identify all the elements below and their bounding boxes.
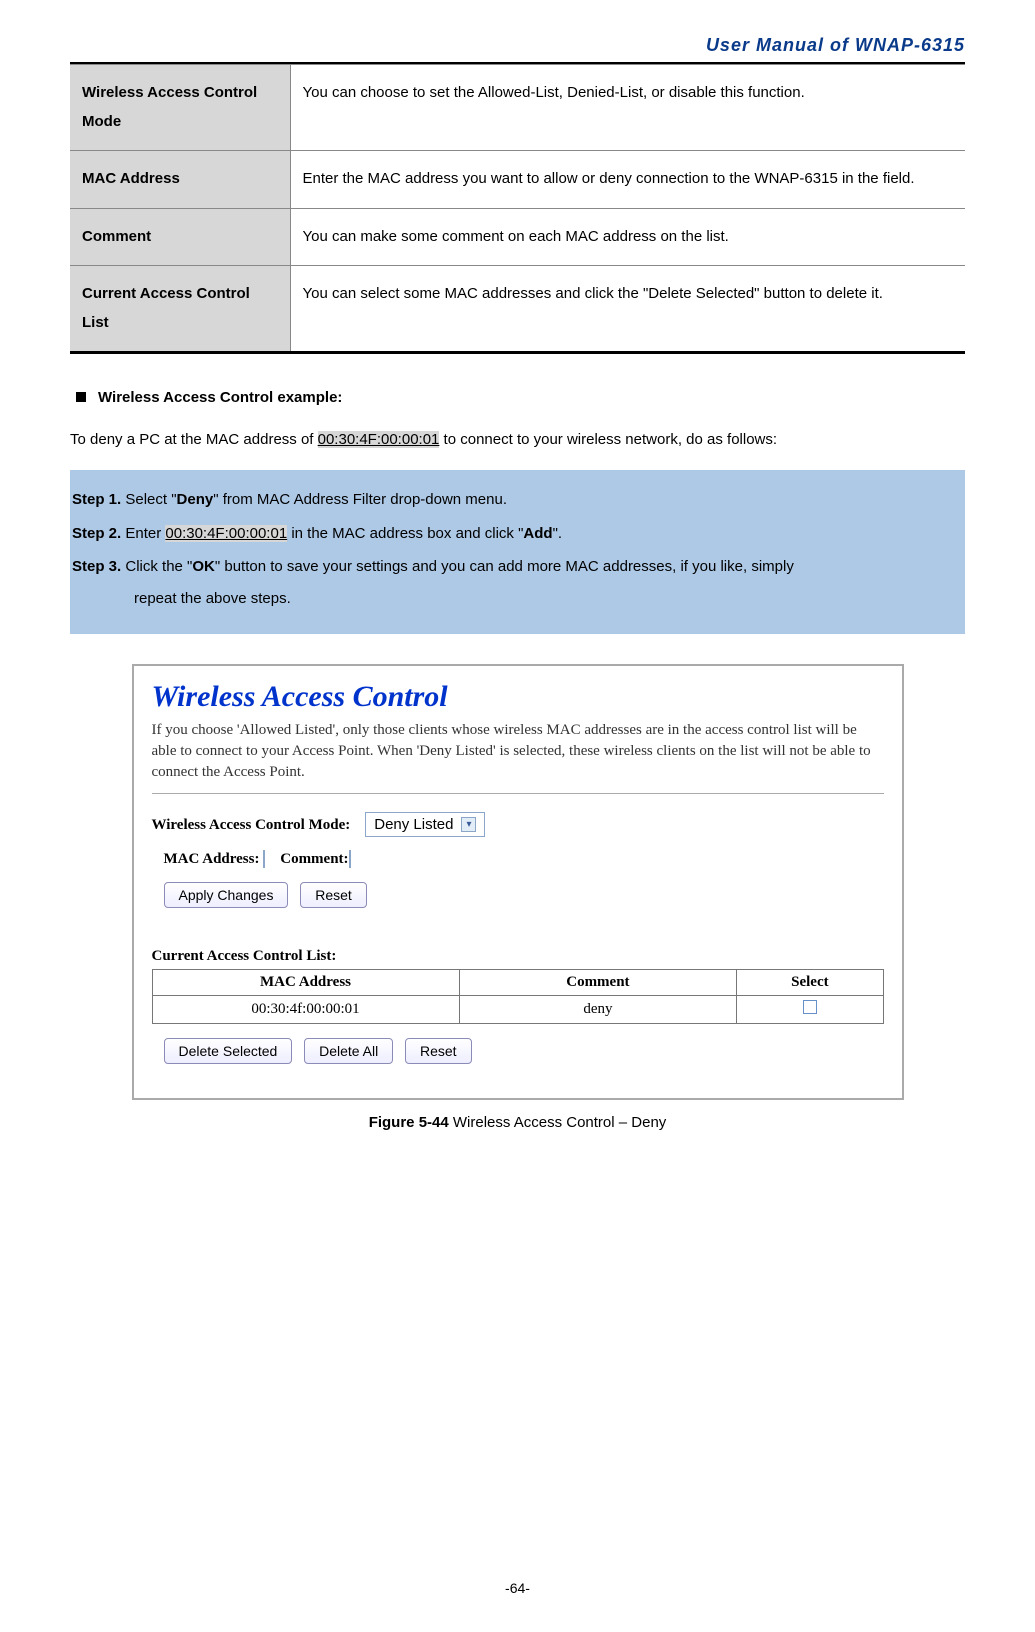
step-text: in the MAC address box and click ": [287, 525, 523, 542]
table-row: 00:30:4f:00:00:01 deny: [152, 996, 883, 1024]
step-label: Step 1.: [72, 491, 121, 508]
step-2: Step 2. Enter 00:30:4F:00:00:01 in the M…: [72, 518, 963, 550]
caption-bold: Figure 5-44: [369, 1114, 449, 1131]
intro-mac: 00:30:4F:00:00:01: [318, 431, 440, 448]
mac-input[interactable]: [263, 850, 265, 868]
access-control-list-table: MAC Address Comment Select 00:30:4f:00:0…: [152, 969, 884, 1024]
step-1: Step 1. Select "Deny" from MAC Address F…: [72, 484, 963, 516]
table-row: Wireless Access Control Mode You can cho…: [70, 65, 965, 151]
page-number: -64-: [0, 1580, 1035, 1596]
step-text: " button to save your settings and you c…: [215, 558, 794, 575]
chevron-down-icon: ▾: [461, 817, 476, 832]
select-checkbox[interactable]: [803, 1000, 817, 1014]
header-title: User Manual of WNAP-6315: [70, 35, 965, 56]
caption-rest: Wireless Access Control – Deny: [449, 1114, 667, 1131]
col-mac: MAC Address: [152, 970, 459, 996]
ss-title: Wireless Access Control: [152, 680, 884, 714]
intro-post: to connect to your wireless network, do …: [439, 431, 777, 448]
step-bold: Add: [523, 525, 552, 542]
step-bold: Deny: [177, 491, 214, 508]
mode-select-value: Deny Listed: [374, 816, 453, 833]
button-row-2: Delete Selected Delete All Reset: [164, 1038, 884, 1064]
step-text: Select ": [125, 491, 176, 508]
screenshot-wrap: Wireless Access Control If you choose 'A…: [132, 664, 904, 1131]
definitions-table: Wireless Access Control Mode You can cho…: [70, 64, 965, 354]
reset-button-2[interactable]: Reset: [405, 1038, 472, 1064]
bullet-square-icon: [76, 392, 86, 402]
col-comment: Comment: [459, 970, 737, 996]
comment-input[interactable]: [349, 850, 351, 868]
term-cell: Current Access Control List: [70, 266, 290, 353]
cell-mac: 00:30:4f:00:00:01: [152, 996, 459, 1024]
reset-button[interactable]: Reset: [300, 882, 367, 908]
step-label: Step 3.: [72, 558, 121, 575]
step-bold: OK: [192, 558, 215, 575]
figure-caption: Figure 5-44 Wireless Access Control – De…: [132, 1114, 904, 1131]
apply-changes-button[interactable]: Apply Changes: [164, 882, 289, 908]
cell-select: [737, 996, 883, 1024]
step-text: " from MAC Address Filter drop-down menu…: [213, 491, 507, 508]
step-3: Step 3. Click the "OK" button to save yo…: [72, 551, 963, 614]
mode-row: Wireless Access Control Mode: Deny Liste…: [152, 812, 884, 837]
term-cell: MAC Address: [70, 151, 290, 209]
mac-comment-row: MAC Address: Comment:: [164, 851, 884, 868]
desc-cell: You can choose to set the Allowed-List, …: [290, 65, 965, 151]
step-mac: 00:30:4F:00:00:01: [165, 525, 287, 542]
table-row: Current Access Control List You can sele…: [70, 266, 965, 353]
example-section: Wireless Access Control example: To deny…: [70, 389, 965, 1131]
delete-all-button[interactable]: Delete All: [304, 1038, 393, 1064]
example-heading: Wireless Access Control example:: [70, 389, 965, 406]
ss-intro: If you choose 'Allowed Listed', only tho…: [152, 720, 884, 783]
intro-pre: To deny a PC at the MAC address of: [70, 431, 318, 448]
mode-label: Wireless Access Control Mode:: [152, 817, 351, 833]
cell-comment: deny: [459, 996, 737, 1024]
table-header-row: MAC Address Comment Select: [152, 970, 883, 996]
desc-cell: You can make some comment on each MAC ad…: [290, 208, 965, 266]
step-line2: repeat the above steps.: [72, 583, 963, 615]
desc-cell: Enter the MAC address you want to allow …: [290, 151, 965, 209]
example-heading-text: Wireless Access Control example:: [98, 389, 342, 406]
col-select: Select: [737, 970, 883, 996]
step-label: Step 2.: [72, 525, 121, 542]
step-text: Click the ": [125, 558, 192, 575]
delete-selected-button[interactable]: Delete Selected: [164, 1038, 293, 1064]
button-row-1: Apply Changes Reset: [164, 882, 884, 908]
screenshot-panel: Wireless Access Control If you choose 'A…: [132, 664, 904, 1100]
step-text: Enter: [125, 525, 165, 542]
term-cell: Comment: [70, 208, 290, 266]
page-container: User Manual of WNAP-6315 Wireless Access…: [0, 0, 1035, 1632]
desc-cell: You can select some MAC addresses and cl…: [290, 266, 965, 353]
mac-label: MAC Address:: [164, 851, 260, 867]
term-cell: Wireless Access Control Mode: [70, 65, 290, 151]
ss-divider: [152, 793, 884, 794]
mode-select[interactable]: Deny Listed ▾: [365, 812, 485, 837]
comment-label: Comment:: [280, 851, 348, 867]
step-text: ".: [553, 525, 563, 542]
steps-box: Step 1. Select "Deny" from MAC Address F…: [70, 470, 965, 634]
table-row: Comment You can make some comment on eac…: [70, 208, 965, 266]
list-heading: Current Access Control List:: [152, 948, 884, 965]
table-row: MAC Address Enter the MAC address you wa…: [70, 151, 965, 209]
example-intro: To deny a PC at the MAC address of 00:30…: [70, 428, 965, 452]
